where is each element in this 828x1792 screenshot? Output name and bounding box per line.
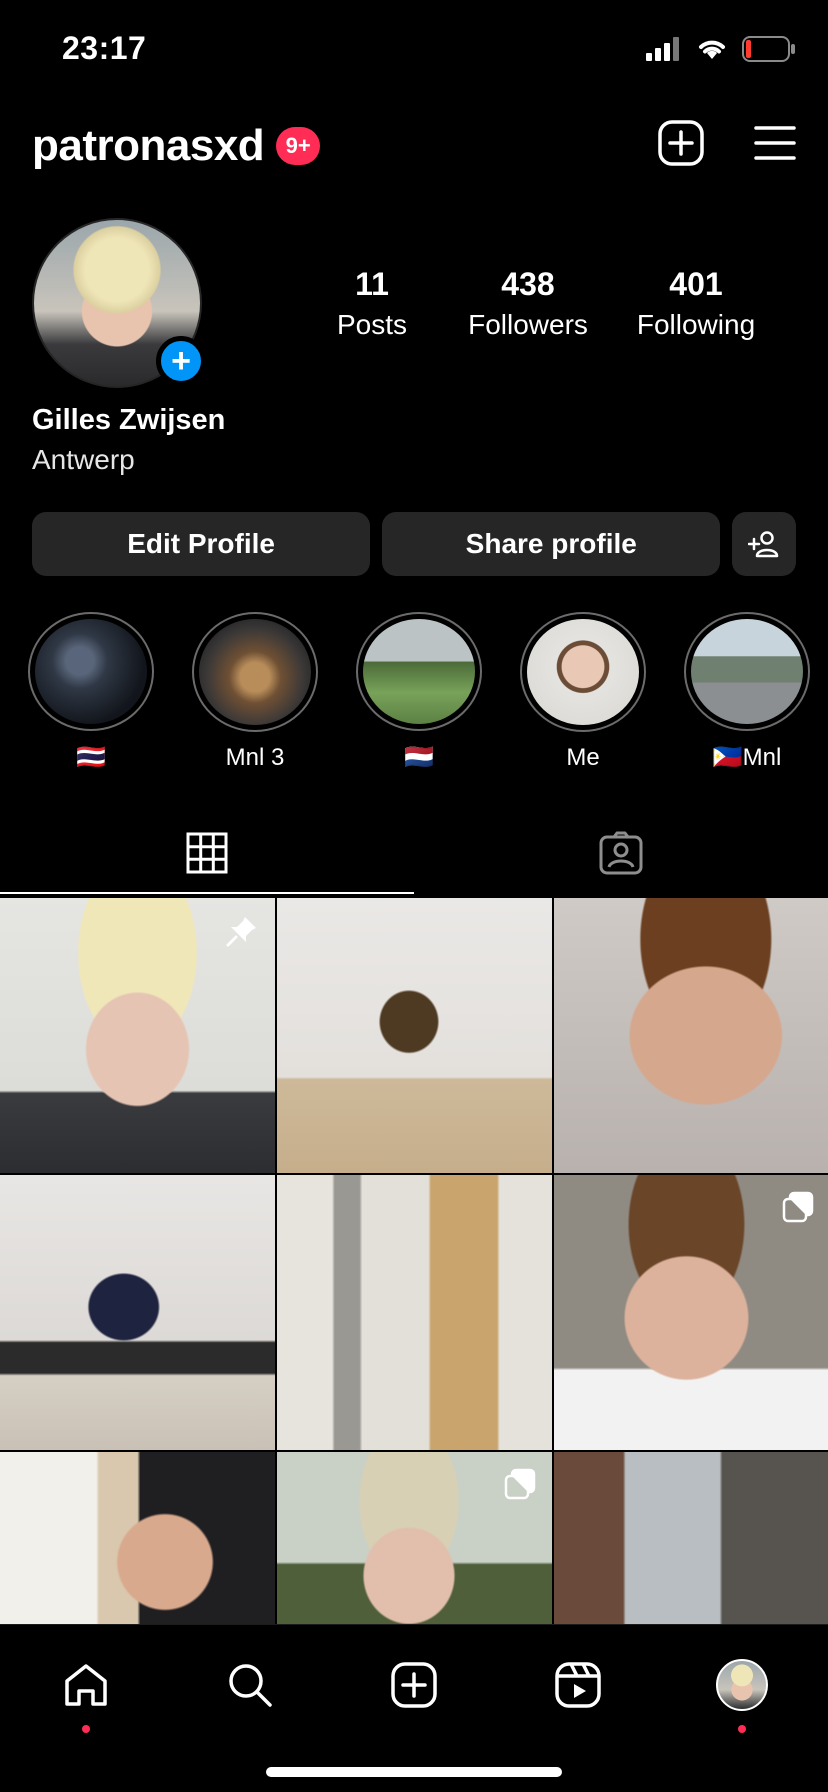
add-story-button[interactable]: + — [156, 336, 206, 386]
avatar-container[interactable]: + — [32, 218, 206, 390]
profile-screen: 23:17 patronasxd 9+ + 11 Posts 438 Follo… — [0, 0, 828, 1792]
location: Antwerp — [32, 444, 135, 475]
profile-header: patronasxd 9+ — [32, 118, 796, 174]
tab-tagged[interactable] — [414, 812, 828, 894]
home-indicator — [266, 1767, 562, 1777]
highlight-cover[interactable] — [684, 612, 810, 731]
stat-following[interactable]: 401 Following — [632, 266, 760, 341]
menu-icon[interactable] — [754, 125, 796, 161]
notification-badge[interactable]: 9+ — [276, 127, 321, 165]
profile-avatar — [716, 1659, 768, 1711]
highlight-item[interactable]: 🇳🇱 — [356, 612, 482, 772]
create-icon — [391, 1662, 437, 1708]
highlight-item[interactable]: 🇹🇭 — [28, 612, 154, 772]
active-tab-indicator — [0, 892, 414, 894]
highlight-label: 🇹🇭 — [76, 744, 106, 771]
stat-followers[interactable]: 438 Followers — [464, 266, 592, 341]
highlight-label: Me — [566, 744, 600, 771]
search-icon — [229, 1664, 272, 1707]
post-thumbnail[interactable] — [554, 898, 828, 1173]
followers-count: 438 — [501, 266, 555, 302]
nav-create[interactable] — [378, 1649, 450, 1721]
highlight-cover[interactable] — [520, 612, 646, 732]
nav-search[interactable] — [214, 1649, 286, 1721]
posts-count: 11 — [355, 266, 389, 302]
nav-profile[interactable] — [706, 1649, 778, 1733]
header-actions — [658, 120, 796, 166]
profile-tabs — [0, 812, 828, 894]
post-thumbnail[interactable] — [277, 898, 552, 1173]
share-profile-button[interactable]: Share profile — [382, 512, 721, 576]
reels-icon — [555, 1662, 601, 1708]
highlight-label: Mnl 3 — [225, 744, 285, 771]
grid-icon — [186, 832, 228, 874]
highlight-label: 🇵🇭Mnl — [712, 744, 782, 771]
add-person-icon — [748, 531, 779, 558]
profile-notification-dot — [738, 1725, 746, 1733]
username[interactable]: patronasxd — [32, 121, 265, 171]
post-thumbnail[interactable] — [277, 1175, 552, 1450]
home-notification-dot — [82, 1725, 90, 1733]
home-icon — [65, 1664, 107, 1706]
pinned-icon — [226, 917, 256, 947]
display-name: Gilles Zwijsen — [32, 404, 226, 436]
post-thumbnail[interactable] — [0, 898, 275, 1173]
status-bar: 23:17 — [0, 0, 828, 100]
post-thumbnail[interactable] — [0, 1175, 275, 1450]
discover-people-button[interactable] — [732, 512, 796, 576]
posts-grid — [0, 898, 828, 1727]
tab-posts-grid[interactable] — [0, 812, 414, 894]
highlight-cover[interactable] — [356, 612, 482, 731]
following-label: Following — [636, 309, 756, 340]
bottom-nav — [0, 1624, 828, 1792]
highlight-cover[interactable] — [28, 612, 154, 731]
nav-home[interactable] — [50, 1649, 122, 1733]
story-highlights: 🇹🇭 Mnl 3 🇳🇱 Me 🇵🇭Mnl — [28, 612, 828, 772]
stat-posts[interactable]: 11 Posts — [320, 266, 424, 341]
profile-action-buttons: Edit Profile Share profile — [32, 512, 796, 576]
battery-icon — [742, 36, 795, 62]
following-count: 401 — [669, 266, 723, 302]
followers-label: Followers — [468, 309, 588, 340]
highlight-item[interactable]: 🇵🇭Mnl — [684, 612, 810, 772]
carousel-icon — [504, 1468, 536, 1500]
carousel-icon — [782, 1191, 814, 1223]
post-thumbnail[interactable] — [554, 1175, 828, 1450]
edit-profile-button[interactable]: Edit Profile — [32, 512, 371, 576]
signal-icon — [646, 37, 679, 61]
profile-stats: 11 Posts 438 Followers 401 Following — [320, 266, 760, 341]
highlight-cover[interactable] — [192, 612, 318, 732]
wifi-icon — [699, 40, 725, 59]
posts-label: Posts — [336, 309, 408, 340]
highlight-item[interactable]: Mnl 3 — [192, 612, 318, 772]
highlight-label: 🇳🇱 — [404, 744, 434, 771]
status-icons — [646, 36, 796, 62]
status-time: 23:17 — [62, 30, 147, 66]
nav-reels[interactable] — [542, 1649, 614, 1721]
tagged-icon — [599, 831, 643, 875]
highlight-item[interactable]: Me — [520, 612, 646, 772]
new-post-icon[interactable] — [658, 120, 704, 166]
